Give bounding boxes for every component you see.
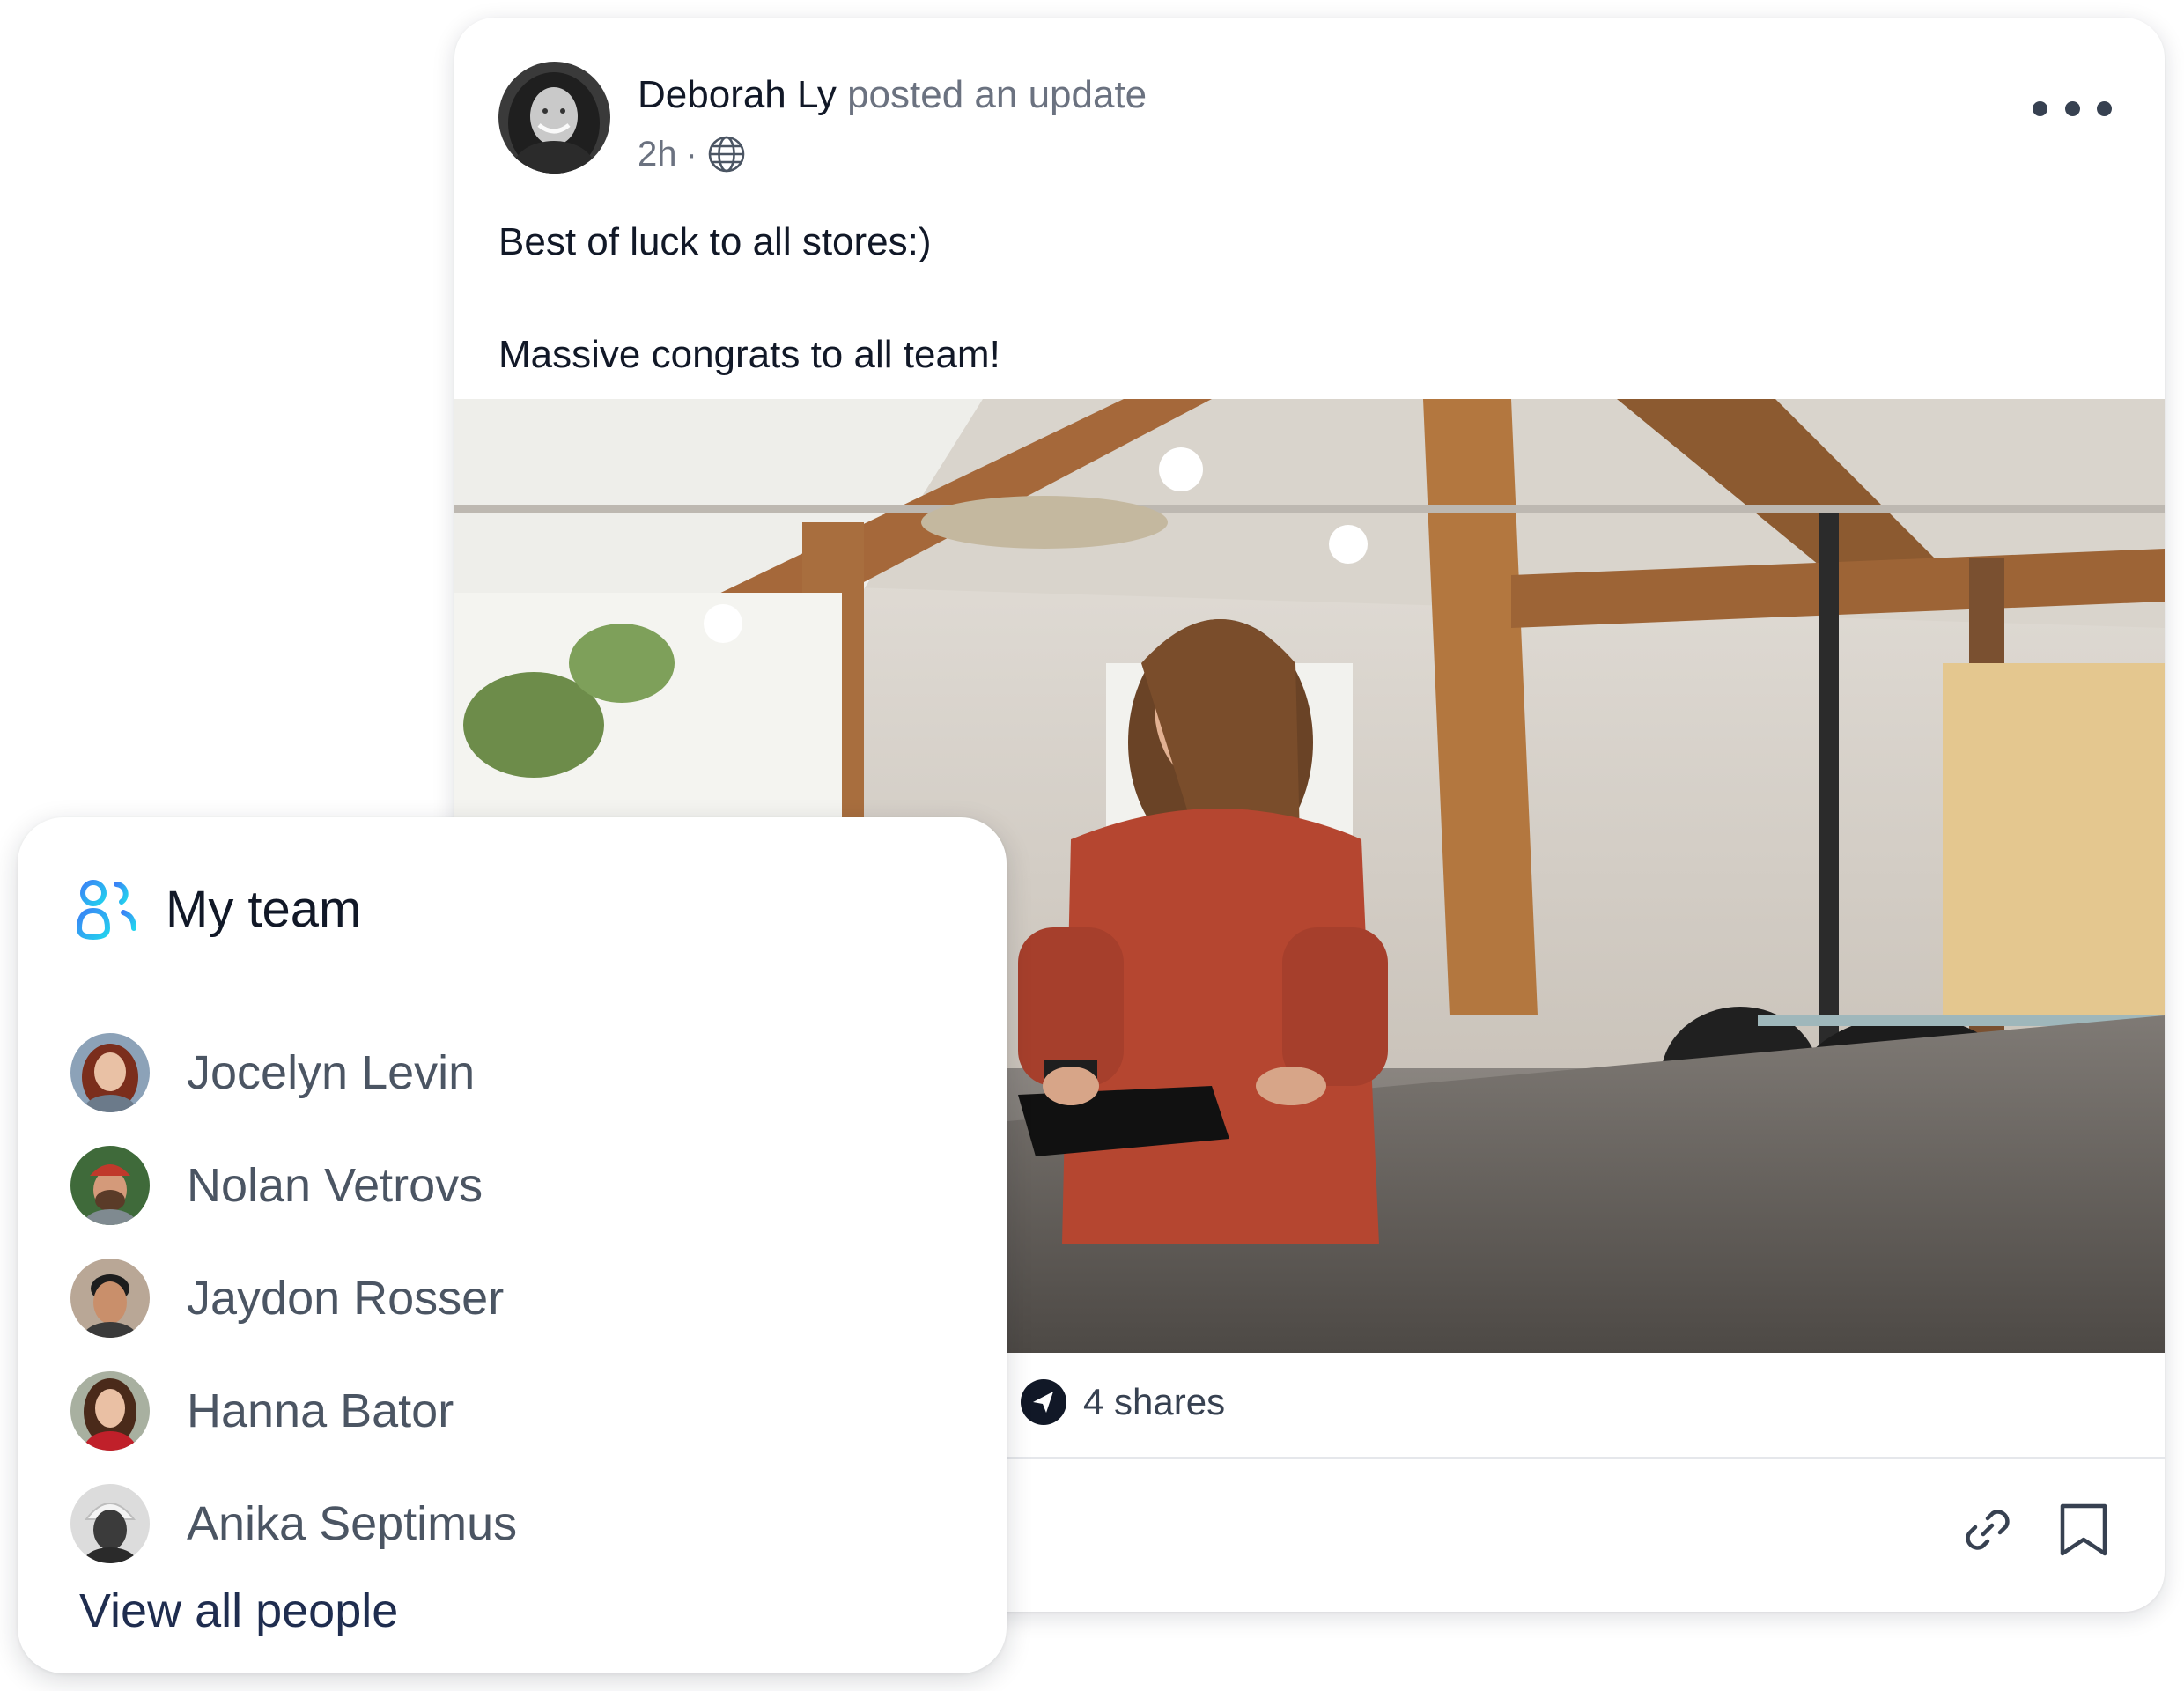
- author-avatar-photo: [498, 62, 610, 174]
- post-text-line: Massive congrats to all team!: [498, 333, 1000, 376]
- team-title: My team: [166, 880, 362, 938]
- member-avatar: [70, 1033, 150, 1112]
- shares-text: 4 shares: [1083, 1381, 1226, 1422]
- author-name[interactable]: Deborah Ly: [638, 73, 837, 116]
- post-action-text: posted an update: [836, 73, 1147, 116]
- member-name: Hanna Bator: [187, 1385, 454, 1437]
- team-icon: [76, 880, 136, 941]
- member-avatar: [70, 1371, 150, 1451]
- view-all-people-link[interactable]: View all people: [79, 1584, 398, 1638]
- more-horizontal-icon: [2033, 100, 2048, 116]
- member-avatar: [70, 1146, 150, 1225]
- bookmark-button[interactable]: [2055, 1501, 2112, 1559]
- post-header: Deborah Ly posted an update 2h ·: [498, 62, 2112, 176]
- more-horizontal-icon-dot: [2097, 100, 2112, 116]
- member-name: Anika Septimus: [187, 1497, 518, 1550]
- team-header: My team: [72, 875, 361, 942]
- bookmark-icon: [2060, 1503, 2107, 1556]
- team-member-list: Jocelyn Levin Nolan Vetrovs Jaydon Rosse…: [70, 1016, 517, 1580]
- team-card: My team Jocelyn Levin Nolan Vetrovs Jayd…: [18, 817, 1007, 1673]
- team-member-item[interactable]: Hanna Bator: [70, 1355, 517, 1467]
- member-name: Jaydon Rosser: [187, 1272, 505, 1325]
- share-send-icon: [1021, 1379, 1066, 1425]
- copy-link-button[interactable]: [1959, 1501, 2017, 1559]
- shares-count[interactable]: 4 shares: [1020, 1378, 1225, 1426]
- globe-icon: [706, 134, 747, 174]
- link-icon: [1966, 1510, 2010, 1550]
- member-avatar-photo: [70, 1033, 150, 1112]
- member-avatar-photo: [70, 1146, 150, 1225]
- member-avatar: [70, 1259, 150, 1338]
- member-name: Nolan Vetrovs: [187, 1159, 483, 1212]
- author-avatar[interactable]: [498, 62, 610, 174]
- member-avatar: [70, 1484, 150, 1563]
- member-avatar-photo: [70, 1484, 150, 1563]
- member-name: Jocelyn Levin: [187, 1046, 476, 1099]
- post-time: 2h: [638, 135, 677, 174]
- more-options-button[interactable]: [2033, 88, 2112, 129]
- post-meta: 2h ·: [638, 132, 747, 176]
- team-member-item[interactable]: Nolan Vetrovs: [70, 1129, 517, 1242]
- member-avatar-photo: [70, 1259, 150, 1338]
- team-member-item[interactable]: Jocelyn Levin: [70, 1016, 517, 1129]
- meta-separator: ·: [685, 135, 697, 174]
- team-member-item[interactable]: Jaydon Rosser: [70, 1242, 517, 1355]
- post-text-line: Best of luck to all stores:): [498, 220, 932, 263]
- author-line: Deborah Ly posted an update: [638, 70, 1147, 120]
- more-horizontal-icon-dot: [2064, 100, 2080, 116]
- team-member-item[interactable]: Anika Septimus: [70, 1467, 517, 1580]
- member-avatar-photo: [70, 1371, 150, 1451]
